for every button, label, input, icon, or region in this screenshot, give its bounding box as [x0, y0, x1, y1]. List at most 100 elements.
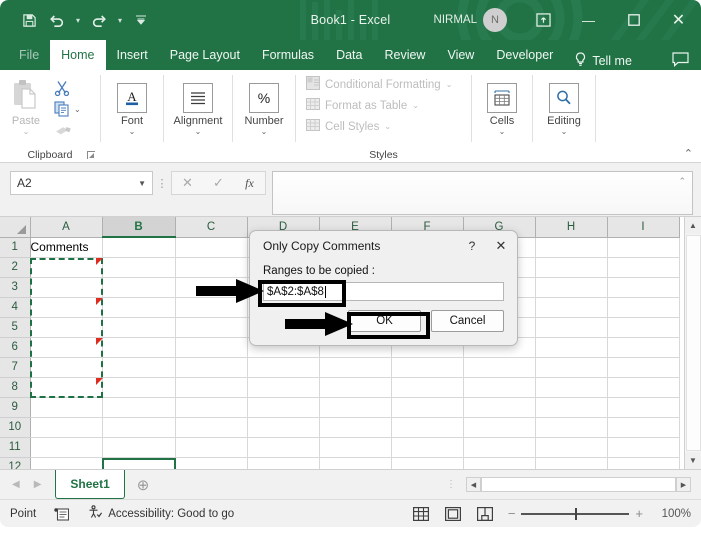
- font-button[interactable]: A Font ⌄: [103, 75, 161, 136]
- chevron-down-icon[interactable]: ⌄: [412, 101, 419, 110]
- cell-A1[interactable]: Comments: [30, 237, 103, 258]
- cell-H4[interactable]: [535, 297, 608, 318]
- editing-button[interactable]: Editing ⌄: [535, 75, 593, 136]
- cell-D10[interactable]: [247, 417, 320, 438]
- cell-I12[interactable]: [607, 457, 680, 469]
- tab-file[interactable]: File: [8, 40, 50, 70]
- cell-H7[interactable]: [535, 357, 608, 378]
- cell-I11[interactable]: [607, 437, 680, 458]
- cell-G7[interactable]: [463, 357, 536, 378]
- cell-I10[interactable]: [607, 417, 680, 438]
- cell-G9[interactable]: [463, 397, 536, 418]
- format-painter-button[interactable]: [52, 120, 81, 140]
- chevron-down-icon[interactable]: ⌄: [384, 122, 391, 131]
- cell-I8[interactable]: [607, 377, 680, 398]
- cell-C2[interactable]: [175, 257, 248, 278]
- scroll-down-icon[interactable]: ▼: [684, 452, 701, 469]
- cell-C7[interactable]: [175, 357, 248, 378]
- tab-home[interactable]: Home: [50, 40, 106, 70]
- select-all-corner[interactable]: [0, 217, 31, 238]
- cell-F12[interactable]: [391, 457, 464, 469]
- copy-button[interactable]: ⌄: [52, 99, 81, 119]
- row-header-11[interactable]: 11: [0, 437, 31, 458]
- cell-E7[interactable]: [319, 357, 392, 378]
- cell-B9[interactable]: [102, 397, 176, 418]
- zoom-slider-rail[interactable]: [521, 507, 630, 520]
- page-break-preview-icon[interactable]: [476, 506, 494, 522]
- cell-G11[interactable]: [463, 437, 536, 458]
- vertical-scroll-track[interactable]: [685, 235, 701, 451]
- name-box[interactable]: A2 ▼: [10, 171, 153, 195]
- cell-I4[interactable]: [607, 297, 680, 318]
- cell-B2[interactable]: [102, 257, 176, 278]
- previous-sheet-icon[interactable]: ◀: [12, 479, 20, 490]
- cancel-x-icon[interactable]: ✕: [172, 172, 203, 194]
- zoom-out-icon[interactable]: −: [508, 506, 516, 521]
- cell-I2[interactable]: [607, 257, 680, 278]
- cell-H2[interactable]: [535, 257, 608, 278]
- copy-dropdown-icon[interactable]: ⌄: [74, 105, 81, 114]
- cell-G12[interactable]: [463, 457, 536, 469]
- tab-developer[interactable]: Developer: [485, 40, 564, 70]
- accessibility-status[interactable]: Accessibility: Good to go: [87, 505, 234, 522]
- cell-B11[interactable]: [102, 437, 176, 458]
- tab-insert[interactable]: Insert: [106, 40, 159, 70]
- cell-A7[interactable]: [30, 357, 103, 378]
- cell-G8[interactable]: [463, 377, 536, 398]
- tell-me-box[interactable]: Tell me: [564, 52, 642, 70]
- cell-A10[interactable]: [30, 417, 103, 438]
- cell-H12[interactable]: [535, 457, 608, 469]
- scroll-left-icon[interactable]: ◀: [466, 477, 481, 492]
- normal-view-icon[interactable]: [412, 506, 430, 522]
- cell-B4[interactable]: [102, 297, 176, 318]
- row-header-2[interactable]: 2: [0, 257, 31, 278]
- cell-C10[interactable]: [175, 417, 248, 438]
- cell-B10[interactable]: [102, 417, 176, 438]
- dropdown-arrow-icon[interactable]: ▼: [138, 179, 146, 188]
- cell-B6[interactable]: [102, 337, 176, 358]
- cell-A11[interactable]: [30, 437, 103, 458]
- cell-I3[interactable]: [607, 277, 680, 298]
- save-icon[interactable]: [16, 7, 42, 33]
- cell-C12[interactable]: [175, 457, 248, 469]
- row-header-9[interactable]: 9: [0, 397, 31, 418]
- paste-button[interactable]: Paste ⌄: [0, 75, 52, 136]
- cell-styles-button[interactable]: Cell Styles ⌄: [302, 116, 391, 137]
- cell-I9[interactable]: [607, 397, 680, 418]
- comment-icon[interactable]: [672, 52, 689, 70]
- maximize-icon[interactable]: [611, 0, 656, 40]
- cell-A4[interactable]: [30, 297, 103, 318]
- cell-I7[interactable]: [607, 357, 680, 378]
- font-dropdown-icon[interactable]: ⌄: [129, 128, 136, 136]
- cell-D8[interactable]: [247, 377, 320, 398]
- cell-E11[interactable]: [319, 437, 392, 458]
- ranges-input[interactable]: $A$2:$A$8: [263, 282, 504, 301]
- row-header-7[interactable]: 7: [0, 357, 31, 378]
- conditional-formatting-button[interactable]: Conditional Formatting ⌄: [302, 74, 452, 95]
- alignment-dropdown-icon[interactable]: ⌄: [195, 128, 202, 136]
- cell-H3[interactable]: [535, 277, 608, 298]
- cell-C9[interactable]: [175, 397, 248, 418]
- cell-C11[interactable]: [175, 437, 248, 458]
- cell-E9[interactable]: [319, 397, 392, 418]
- cell-C8[interactable]: [175, 377, 248, 398]
- scroll-right-icon[interactable]: ▶: [676, 477, 691, 492]
- cell-E12[interactable]: [319, 457, 392, 469]
- cell-A3[interactable]: [30, 277, 103, 298]
- undo-dropdown-icon[interactable]: ▾: [72, 16, 84, 25]
- customize-quick-access-toolbar-icon[interactable]: [128, 7, 154, 33]
- page-layout-view-icon[interactable]: [444, 506, 462, 522]
- cell-C3[interactable]: [175, 277, 248, 298]
- horizontal-scroll-track[interactable]: [481, 477, 676, 492]
- cell-B8[interactable]: [102, 377, 176, 398]
- zoom-slider[interactable]: − +: [508, 506, 643, 521]
- cell-I1[interactable]: [607, 237, 680, 258]
- tab-review[interactable]: Review: [373, 40, 436, 70]
- redo-dropdown-icon[interactable]: ▾: [114, 16, 126, 25]
- user-name[interactable]: NIRMAL: [434, 14, 483, 26]
- cell-B1[interactable]: [102, 237, 176, 258]
- collapse-ribbon-icon[interactable]: ⌃: [684, 147, 693, 160]
- cell-H11[interactable]: [535, 437, 608, 458]
- cell-A6[interactable]: [30, 337, 103, 358]
- row-header-4[interactable]: 4: [0, 297, 31, 318]
